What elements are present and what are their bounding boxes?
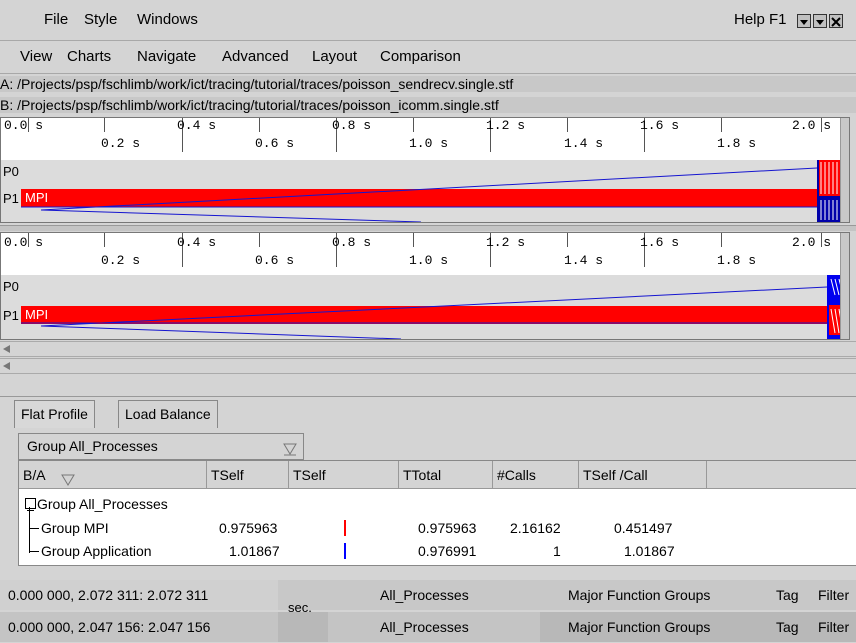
close-icon[interactable] [829,14,843,28]
column-label: TSelf /Call [583,467,648,483]
menu-file[interactable]: File [44,0,68,40]
column-header-ba[interactable]: B/A [19,461,207,489]
column-label: TTotal [403,467,442,483]
group-select[interactable]: Group All_Processes [18,433,304,460]
trace-b-path: B: /Projects/psp/fschlimb/work/ict/traci… [0,97,856,113]
tself-bar-application [344,543,346,559]
vertical-scrollbar-b[interactable] [840,233,849,339]
maximize-icon[interactable] [813,14,827,28]
tree-root-label: Group All_Processes [37,496,168,512]
process-selection-b[interactable]: All_Processes [380,612,469,642]
horizontal-scrollbar-b[interactable] [0,358,856,374]
minimize-icon[interactable] [797,14,811,28]
row-calls: 2.16162 [510,520,561,536]
row-tself-call: 0.451497 [614,520,673,536]
table-row[interactable]: Group MPI 0.975963 0.975963 2.16162 0.45… [19,517,856,539]
event-timeline-a[interactable]: 0.0 s 0.4 s 0.8 s 1.2 s 1.6 s 2.0 s 0.2 … [0,117,850,223]
menu-style[interactable]: Style [84,0,117,40]
tag-a[interactable]: Tag [776,580,799,610]
splitter[interactable] [0,378,856,392]
time-range-a[interactable]: 0.000 000, 2.072 311: 2.072 311 [8,580,208,610]
grouping-b[interactable]: Major Function Groups [568,612,710,642]
help-menu[interactable]: Help F1 [734,0,787,40]
row-tself: 1.01867 [229,543,280,559]
menu-advanced[interactable]: Advanced [222,41,289,73]
menu-navigate[interactable]: Navigate [137,41,196,73]
main-menubar: File Style Windows Help F1 [0,0,856,41]
row-ttotal: 0.976991 [418,543,477,559]
table-row[interactable]: Group Application 1.01867 0.976991 1 1.0… [19,540,856,562]
tag-b[interactable]: Tag [776,612,799,642]
column-header-empty [707,461,856,489]
tab-load-balance[interactable]: Load Balance [118,400,218,428]
time-range-b[interactable]: 0.000 000, 2.047 156: 2.047 156 [8,612,210,642]
row-name: Group Application [41,543,152,559]
column-header-tself-call[interactable]: TSelf /Call [579,461,707,489]
column-label: #Calls [497,467,536,483]
event-timeline-b[interactable]: 0.0 s 0.4 s 0.8 s 1.2 s 1.6 s 2.0 s 0.2 … [0,232,850,340]
row-tself-call: 1.01867 [624,543,675,559]
column-header-ttotal[interactable]: TTotal [399,461,493,489]
horizontal-scrollbar-a[interactable] [0,341,856,357]
tself-bar-mpi [344,520,346,536]
message-lines-b [21,286,828,339]
message-lines-a [21,167,818,222]
filter-a[interactable]: Filter [818,580,849,610]
column-header-tself[interactable]: TSelf [207,461,289,489]
filter-b[interactable]: Filter [818,612,849,642]
menu-comparison[interactable]: Comparison [380,41,461,73]
column-label: TSelf [211,467,244,483]
vertical-scrollbar-a[interactable] [840,118,849,222]
collapse-icon[interactable] [25,498,36,511]
group-select-value: Group All_Processes [27,438,158,454]
column-header-tself-bar[interactable]: TSelf [289,461,399,489]
status-bar-b: 0.000 000, 2.047 156: 2.047 156 All_Proc… [0,612,856,642]
row-tself: 0.975963 [219,520,278,536]
sort-arrow-icon[interactable] [61,468,75,496]
menu-view[interactable]: View [20,41,52,73]
pane-divider[interactable] [0,225,856,231]
grouping-a[interactable]: Major Function Groups [568,580,710,610]
row-calls: 1 [553,543,561,559]
column-header-calls[interactable]: #Calls [493,461,579,489]
profile-table: B/A TSelf TSelf TTotal #Calls TSelf /Cal… [18,460,856,566]
row-ttotal: 0.975963 [418,520,477,536]
menu-layout[interactable]: Layout [312,41,357,73]
menu-charts[interactable]: Charts [67,41,111,73]
menu-windows[interactable]: Windows [137,0,198,40]
status-bar-a: 0.000 000, 2.072 311: 2.072 311 All_Proc… [0,580,856,610]
tree-root-row[interactable]: Group All_Processes [19,493,856,515]
process-selection-a[interactable]: All_Processes [380,580,469,610]
row-name: Group MPI [41,520,109,536]
trace-a-path: A: /Projects/psp/fschlimb/work/ict/traci… [0,76,856,92]
column-label: TSelf [293,467,326,483]
chart-menubar: View Charts Navigate Advanced Layout Com… [0,41,856,74]
time-unit: sec. [288,600,312,615]
column-label: B/A [23,467,46,483]
tab-flat-profile[interactable]: Flat Profile [14,400,95,428]
